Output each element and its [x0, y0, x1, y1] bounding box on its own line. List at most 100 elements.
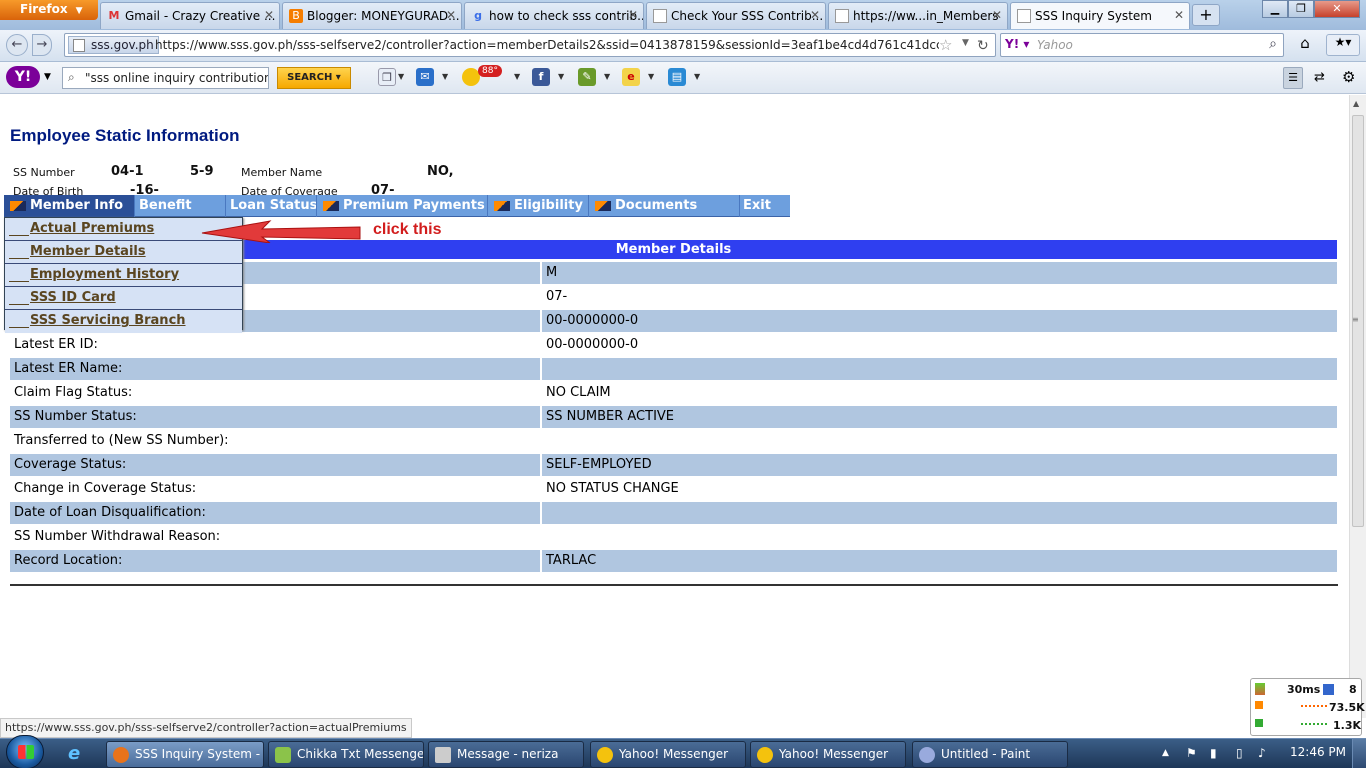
- bookmark-star-icon[interactable]: ☆: [939, 36, 952, 54]
- tab-sss-inquiry[interactable]: SSS Inquiry System ✕: [1010, 2, 1190, 29]
- internet-explorer-icon[interactable]: e: [68, 743, 80, 764]
- toolbar-list-icon[interactable]: ☰: [1283, 67, 1303, 89]
- facebook-icon[interactable]: f: [532, 68, 550, 86]
- dropdown-item-sss-id-card[interactable]: SSS ID Card: [5, 287, 242, 310]
- chevron-down-icon[interactable]: ▼: [694, 72, 700, 81]
- dropdown-item-servicing-branch[interactable]: SSS Servicing Branch: [5, 310, 242, 333]
- vertical-scrollbar[interactable]: ▲ ≡ ▼: [1349, 95, 1366, 718]
- puzzle-icon[interactable]: ✎: [578, 68, 596, 86]
- menu-member-info[interactable]: Member Info: [4, 195, 134, 217]
- yahoo-engine-icon[interactable]: Y! ▾: [1005, 37, 1029, 51]
- dropdown-item-member-details[interactable]: Member Details: [5, 241, 242, 264]
- network-icon[interactable]: ▮: [1210, 746, 1217, 760]
- dropdown-link[interactable]: Employment History: [30, 267, 179, 282]
- dropdown-link[interactable]: SSS Servicing Branch: [30, 313, 186, 328]
- task-yahoo-messenger-2[interactable]: Yahoo! Messenger: [750, 741, 906, 768]
- scroll-up-icon[interactable]: ▲: [1353, 99, 1359, 108]
- tab-gmail[interactable]: M Gmail - Crazy Creative ... ✕: [100, 2, 280, 29]
- chevron-down-icon[interactable]: ▼: [398, 72, 404, 81]
- clipboard-icon[interactable]: ▤: [668, 68, 686, 86]
- task-yahoo-messenger-1[interactable]: Yahoo! Messenger: [590, 741, 746, 768]
- ping-value: 30ms: [1287, 683, 1321, 696]
- chevron-down-icon[interactable]: ▼: [44, 72, 51, 82]
- menu-exit[interactable]: Exit: [739, 195, 790, 217]
- forward-button[interactable]: →: [32, 34, 52, 56]
- dropdown-item-employment-history[interactable]: Employment History: [5, 264, 242, 287]
- chevron-down-icon[interactable]: ▼: [648, 72, 654, 81]
- dropdown-link[interactable]: Actual Premiums: [30, 221, 154, 236]
- close-icon[interactable]: ✕: [446, 8, 456, 22]
- tab-google[interactable]: g how to check sss contrib... ✕: [464, 2, 644, 29]
- chevron-down-icon[interactable]: ▼: [604, 72, 610, 81]
- task-chikka[interactable]: Chikka Txt Messenger: [268, 741, 424, 768]
- menu-documents[interactable]: Documents: [588, 195, 739, 217]
- detail-value: 00-0000000-0: [542, 310, 1337, 332]
- start-button[interactable]: [6, 735, 44, 768]
- tab-blogger[interactable]: B Blogger: MONEYGURAD... ✕: [282, 2, 462, 29]
- chevron-down-icon[interactable]: ▼: [558, 72, 564, 81]
- task-message-neriza[interactable]: Message - neriza: [428, 741, 584, 768]
- detail-row: SS Number Withdrawal Reason:: [10, 526, 1337, 548]
- mail-icon[interactable]: ✉: [416, 68, 434, 86]
- tab-label: Gmail - Crazy Creative ...: [125, 9, 276, 23]
- gear-icon[interactable]: ⚙: [1342, 68, 1355, 86]
- dropdown-link[interactable]: Member Details: [30, 244, 146, 259]
- tray-expand-icon[interactable]: ▲: [1162, 748, 1169, 758]
- swap-icon[interactable]: ⇄: [1314, 70, 1325, 85]
- dropdown-link[interactable]: SSS ID Card: [30, 290, 116, 305]
- url-text[interactable]: https://www.sss.gov.ph/sss-selfserve2/co…: [155, 38, 939, 52]
- detail-row: Coverage Status: SELF-EMPLOYED: [10, 454, 1337, 476]
- site-identity-button[interactable]: sss.gov.ph: [68, 36, 159, 54]
- pages-icon[interactable]: ❐: [378, 68, 396, 86]
- yahoo-logo[interactable]: Y!: [6, 66, 40, 88]
- search-box[interactable]: Y! ▾ Yahoo ⌕: [1000, 33, 1284, 57]
- ebay-icon[interactable]: e: [622, 68, 640, 86]
- chevron-down-icon[interactable]: ▼: [442, 72, 448, 81]
- volume-icon[interactable]: ♪: [1258, 746, 1266, 760]
- new-tab-button[interactable]: +: [1192, 4, 1220, 26]
- task-label: Chikka Txt Messenger: [297, 747, 424, 761]
- menu-label: Benefit: [139, 198, 192, 213]
- close-icon[interactable]: ✕: [810, 8, 820, 22]
- menu-benefit[interactable]: Benefit: [134, 195, 225, 217]
- menu-label: Premium Payments: [343, 198, 485, 213]
- menu-flag-icon: [595, 200, 611, 211]
- detail-label: SS Number Withdrawal Reason:: [14, 529, 221, 544]
- bookmarks-button[interactable]: ★▾: [1326, 34, 1360, 56]
- yahoo-search-input[interactable]: ⌕ "sss online inquiry contribution": [62, 67, 269, 89]
- chevron-down-icon[interactable]: ▼: [514, 72, 520, 81]
- tab-members[interactable]: https://ww...in_Members ✕: [828, 2, 1008, 29]
- close-icon[interactable]: ✕: [992, 8, 1002, 22]
- battery-icon[interactable]: ▯: [1236, 746, 1243, 760]
- close-icon[interactable]: ✕: [264, 8, 274, 22]
- menu-eligibility[interactable]: Eligibility: [487, 195, 588, 217]
- firefox-button-label: Firefox: [20, 2, 68, 16]
- reload-icon[interactable]: ↻: [977, 38, 989, 54]
- maximize-button[interactable]: ❐: [1288, 0, 1314, 18]
- close-icon[interactable]: ✕: [1174, 8, 1184, 22]
- network-meter-widget[interactable]: 30ms 8 73.5K 1.3K: [1250, 678, 1365, 736]
- menu-premium-payments[interactable]: Premium Payments: [316, 195, 487, 217]
- yahoo-search-button[interactable]: SEARCH ▾: [277, 67, 351, 89]
- system-clock[interactable]: 12:46 PM: [1290, 745, 1346, 759]
- minimize-button[interactable]: ▁: [1262, 0, 1288, 18]
- detail-value: TARLAC: [542, 550, 1337, 572]
- close-window-button[interactable]: ✕: [1314, 0, 1360, 18]
- underline-decoration: [9, 281, 29, 282]
- address-bar[interactable]: sss.gov.ph https://www.sss.gov.ph/sss-se…: [64, 33, 996, 57]
- network-signal-icon: [1255, 683, 1265, 695]
- task-sss-inquiry[interactable]: SSS Inquiry System - ...: [106, 741, 264, 768]
- close-icon[interactable]: ✕: [628, 8, 638, 22]
- detail-value: 07-: [546, 289, 568, 304]
- home-icon[interactable]: ⌂: [1292, 34, 1318, 56]
- action-center-flag-icon[interactable]: ⚑: [1186, 746, 1197, 760]
- task-paint[interactable]: Untitled - Paint: [912, 741, 1068, 768]
- show-desktop-button[interactable]: [1352, 739, 1366, 768]
- chevron-down-icon[interactable]: ▼: [962, 38, 969, 48]
- firefox-menu-button[interactable]: Firefox ▼: [0, 0, 98, 20]
- back-button[interactable]: ←: [6, 34, 28, 56]
- menu-loan-status[interactable]: Loan Status: [225, 195, 317, 217]
- tab-check-sss[interactable]: Check Your SSS Contrib... ✕: [646, 2, 826, 29]
- detail-label: Latest ER Name:: [10, 358, 540, 380]
- search-icon[interactable]: ⌕: [1269, 36, 1277, 52]
